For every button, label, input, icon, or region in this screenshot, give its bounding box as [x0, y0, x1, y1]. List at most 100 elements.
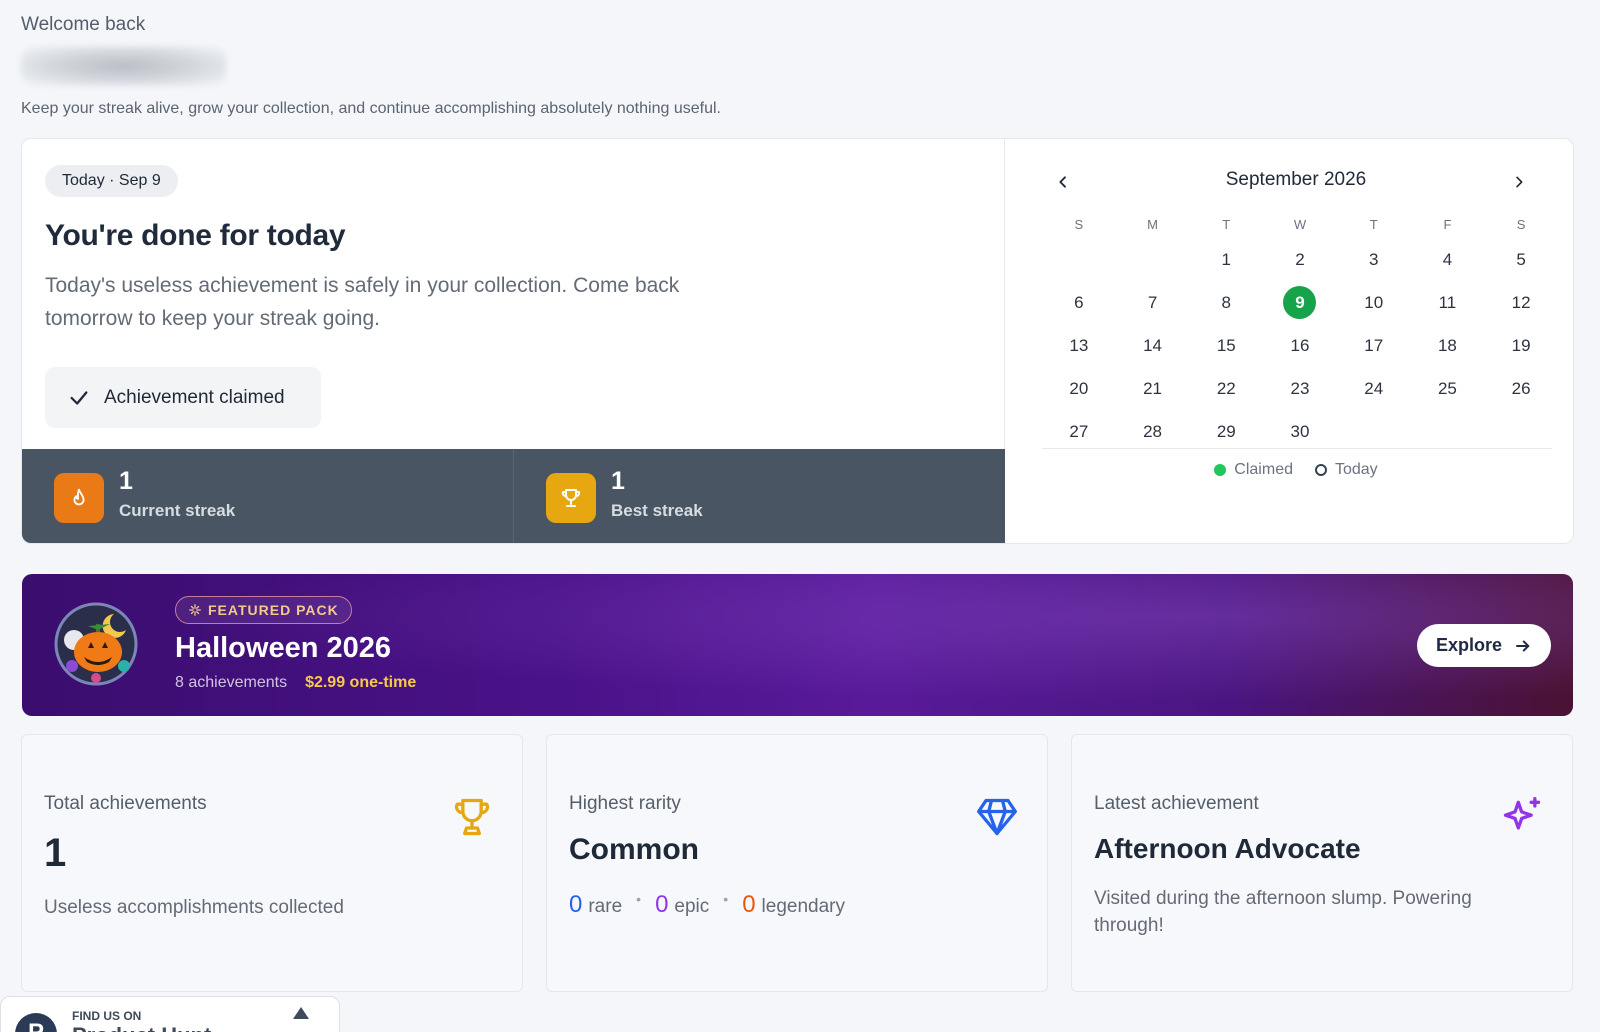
rare-label: rare — [588, 896, 623, 917]
calendar-day[interactable]: 6 — [1042, 286, 1116, 329]
card-label: Latest achievement — [1094, 793, 1259, 814]
featured-chip-label: FEATURED PACK — [208, 602, 339, 618]
calendar-day[interactable]: 13 — [1042, 329, 1116, 372]
calendar-day[interactable]: 12 — [1484, 286, 1558, 329]
calendar-grid: S M T W T F S 1 2 3 4 5 6 7 8 9 10 11 12 13 14 15 16 17 1… — [1042, 217, 1558, 458]
calendar-day-number: 4 — [1442, 249, 1453, 269]
gem-icon — [977, 798, 1017, 836]
featured-title: Halloween 2026 — [175, 632, 391, 664]
achievement-claimed-button[interactable]: Achievement claimed — [45, 367, 321, 428]
rarity-value: Common — [569, 833, 699, 866]
separator-dot: • — [636, 891, 642, 907]
trophy-icon — [546, 473, 596, 523]
calendar-empty — [1116, 243, 1190, 286]
calendar-day-number: 8 — [1221, 292, 1232, 312]
calendar-day[interactable]: 19 — [1484, 329, 1558, 372]
calendar-day-number: 30 — [1290, 421, 1310, 441]
best-streak-value: 1 — [611, 467, 625, 495]
calendar-day[interactable]: 15 — [1189, 329, 1263, 372]
calendar-day[interactable]: 18 — [1411, 329, 1485, 372]
calendar-day-number: 14 — [1143, 335, 1163, 355]
calendar-day-number: 2 — [1295, 249, 1305, 269]
calendar-day-number: 23 — [1290, 378, 1310, 398]
weekday: T — [1369, 217, 1378, 232]
calendar-legend: Claimed Today — [1018, 461, 1573, 479]
calendar-day-number: 9 — [1283, 286, 1317, 319]
calendar-week: 20 21 22 23 24 25 26 — [1042, 372, 1558, 415]
calendar-day[interactable]: 30 — [1263, 415, 1337, 458]
explore-button[interactable]: Explore — [1417, 624, 1551, 667]
calendar-day[interactable]: 26 — [1484, 372, 1558, 415]
done-description: Today's useless achievement is safely in… — [45, 274, 680, 330]
weekday: W — [1293, 217, 1307, 232]
done-title: You're done for today — [45, 219, 346, 252]
card-label: Highest rarity — [569, 793, 681, 814]
streak-stats: 1 Current streak 1 Best streak — [22, 449, 1005, 543]
total-achievements-card: Total achievements 1 Useless accomplishm… — [21, 734, 523, 992]
epic-label: epic — [674, 896, 710, 917]
best-streak-label: Best streak — [611, 501, 703, 520]
divider — [1042, 448, 1552, 449]
featured-meta: 8 achievements $2.99 one-time — [175, 674, 416, 692]
welcome-label: Welcome back — [21, 14, 146, 35]
featured-price: $2.99 one-time — [305, 674, 417, 691]
trophy-icon — [454, 798, 490, 836]
weekday: F — [1443, 217, 1452, 232]
calendar-days: 1 2 3 4 5 6 7 8 9 10 11 12 13 14 15 16 17 18 19 20 21 22 23 24 2… — [1042, 243, 1558, 458]
calendar-day[interactable]: 8 — [1189, 286, 1263, 329]
sparkle-icon — [189, 604, 201, 616]
legend-claimed-label: Claimed — [1234, 461, 1293, 478]
calendar-week: 13 14 15 16 17 18 19 — [1042, 329, 1558, 372]
calendar-day[interactable]: 10 — [1337, 286, 1411, 329]
calendar-empty — [1042, 243, 1116, 286]
card-label: Total achievements — [44, 793, 207, 814]
calendar-day-number: 28 — [1143, 421, 1163, 441]
calendar-day[interactable]: 20 — [1042, 372, 1116, 415]
calendar-day[interactable]: 29 — [1189, 415, 1263, 458]
chevron-right-icon — [1516, 176, 1523, 188]
epic-count: 0 — [655, 891, 669, 918]
calendar-day[interactable]: 3 — [1337, 243, 1411, 286]
current-streak-label: Current streak — [119, 501, 236, 520]
calendar-day[interactable]: 5 — [1484, 243, 1558, 286]
calendar-day[interactable]: 7 — [1116, 286, 1190, 329]
calendar-day[interactable]: 9 — [1263, 286, 1337, 329]
calendar-day[interactable]: 16 — [1263, 329, 1337, 372]
calendar-day[interactable]: 22 — [1189, 372, 1263, 415]
claimed-label: Achievement claimed — [104, 386, 285, 408]
product-hunt-logo-icon: P — [15, 1013, 57, 1032]
calendar-day[interactable]: 17 — [1337, 329, 1411, 372]
latest-achievement-card[interactable]: Latest achievement Afternoon Advocate Vi… — [1071, 734, 1573, 992]
flame-icon — [54, 473, 104, 523]
rare-count: 0 — [569, 891, 583, 918]
calendar-day-number: 20 — [1069, 378, 1089, 398]
product-hunt-widget[interactable]: P FIND US ON Product Hunt — [0, 996, 340, 1032]
featured-count: 8 achievements — [175, 674, 288, 691]
date-chip: Today · Sep 9 — [45, 165, 178, 197]
weekday: S — [1074, 217, 1084, 232]
calendar-day[interactable]: 25 — [1411, 372, 1485, 415]
calendar-day[interactable]: 1 — [1189, 243, 1263, 286]
calendar-day-number: 18 — [1437, 335, 1457, 355]
calendar-day-number: 15 — [1216, 335, 1236, 355]
calendar-day-number: 26 — [1511, 378, 1531, 398]
calendar-day[interactable]: 14 — [1116, 329, 1190, 372]
calendar-day[interactable]: 28 — [1116, 415, 1190, 458]
calendar-empty — [1337, 415, 1411, 458]
calendar-day[interactable]: 23 — [1263, 372, 1337, 415]
calendar-day[interactable]: 4 — [1411, 243, 1485, 286]
product-hunt-name: Product Hunt — [72, 1023, 211, 1032]
sparkle-icon — [1503, 797, 1541, 830]
calendar-day-number: 13 — [1069, 335, 1089, 355]
calendar-day-number: 1 — [1221, 249, 1232, 269]
next-month-button[interactable] — [1504, 167, 1534, 197]
featured-pack-banner[interactable]: FEATURED PACK Halloween 2026 8 achieveme… — [22, 574, 1573, 716]
calendar-day[interactable]: 24 — [1337, 372, 1411, 415]
calendar-day[interactable]: 2 — [1263, 243, 1337, 286]
calendar-day-number: 24 — [1364, 378, 1384, 398]
calendar-day[interactable]: 21 — [1116, 372, 1190, 415]
calendar-day[interactable]: 27 — [1042, 415, 1116, 458]
calendar-day-number: 17 — [1364, 335, 1384, 355]
calendar-day[interactable]: 11 — [1411, 286, 1485, 329]
today-ring-icon — [1314, 464, 1327, 476]
